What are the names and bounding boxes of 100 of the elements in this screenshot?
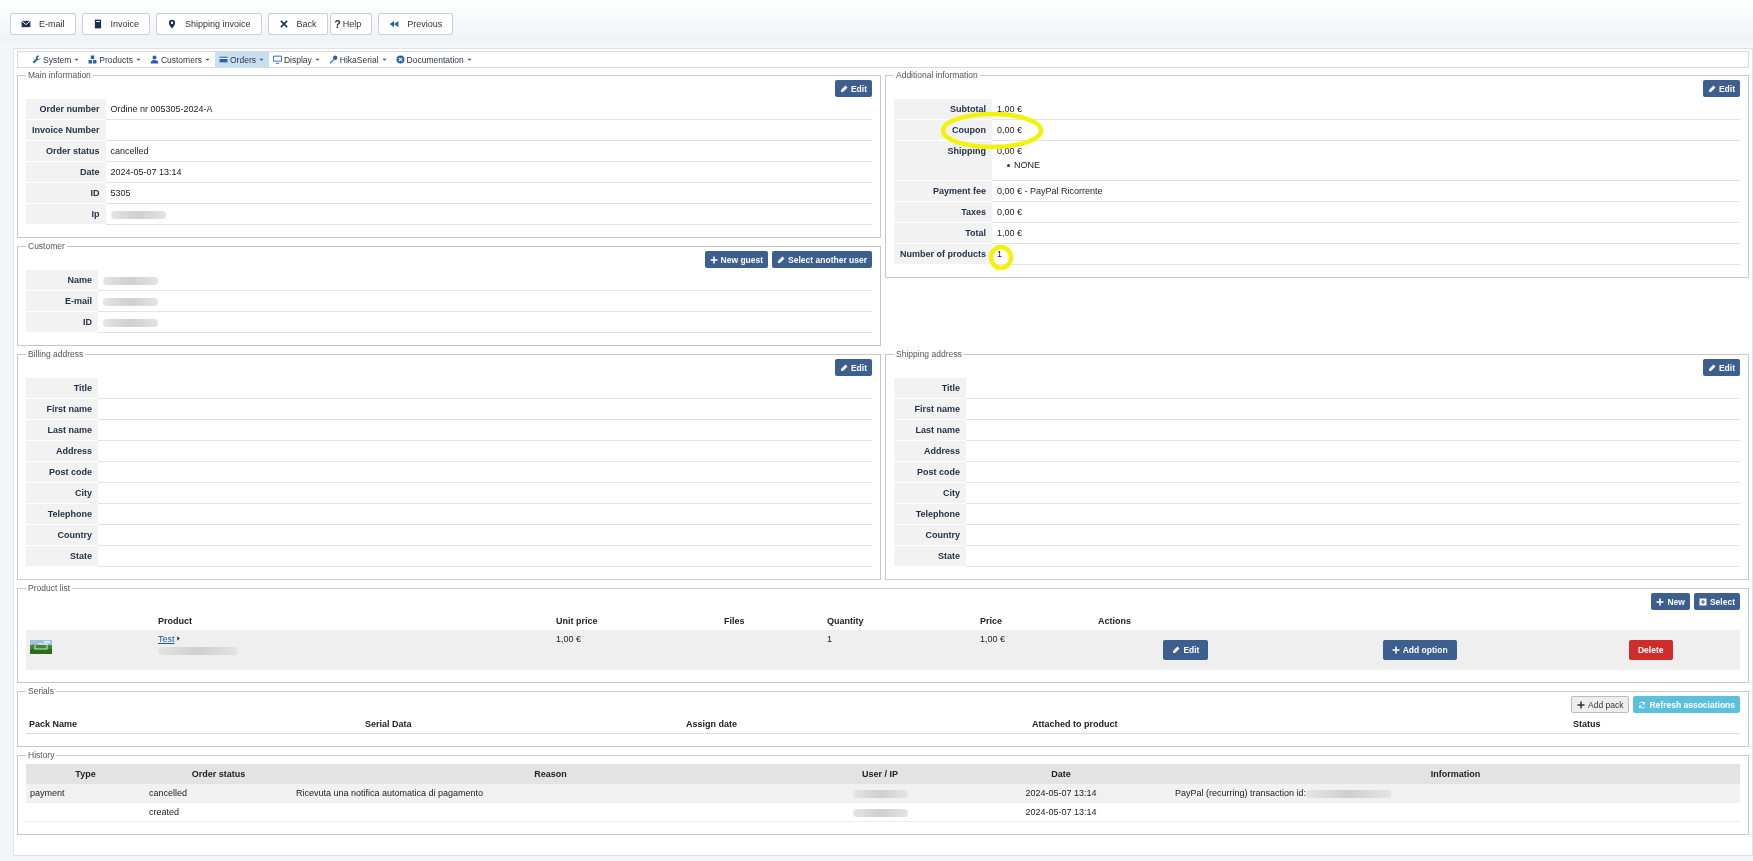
table-cell: payment	[26, 784, 145, 803]
cubes-icon	[88, 55, 98, 64]
refresh-icon	[1638, 700, 1647, 709]
field-value: 5305	[105, 182, 872, 204]
menu-item[interactable]: Display	[268, 52, 325, 67]
field-label: Order status	[26, 140, 106, 162]
field-label: Post code	[26, 461, 98, 483]
field-value: 1,00 €	[992, 99, 1740, 120]
product-link[interactable]: Test	[158, 634, 175, 644]
column-header: Information	[1171, 764, 1740, 784]
field-label: Order number	[26, 99, 106, 120]
field-label: Payment fee	[894, 180, 992, 202]
section-legend: Serials	[26, 686, 56, 696]
field-label: State	[26, 545, 98, 567]
field-value: cancelled	[105, 140, 872, 162]
pencil-icon	[839, 363, 848, 372]
field-value: 1,00 €	[992, 222, 1740, 244]
column-header: Quantity	[823, 612, 976, 630]
caret-icon	[134, 56, 142, 63]
field-label: ID	[26, 182, 106, 204]
column-header: Date	[951, 764, 1171, 784]
field-label: Ip	[26, 203, 106, 225]
field-label: Telephone	[894, 503, 966, 525]
toolbar-button[interactable]: Shipping invoice	[156, 13, 262, 35]
panel-button[interactable]: Edit	[834, 80, 872, 97]
toolbar-button[interactable]: E-mail	[10, 13, 76, 35]
panel-button[interactable]: New guest	[704, 251, 769, 268]
field-label: First name	[894, 398, 966, 420]
envelope-icon	[21, 19, 31, 29]
field-label: Address	[26, 440, 98, 462]
column-header: Files	[720, 612, 823, 630]
column-header: Attached to product	[1029, 715, 1570, 734]
panel-button[interactable]: New	[1651, 593, 1690, 610]
list-item-text: NONE	[1014, 160, 1041, 170]
section-legend: Additional information	[894, 70, 980, 80]
field-label: E-mail	[26, 290, 98, 312]
column-header: Assign date	[683, 715, 1029, 734]
caret-icon	[313, 56, 321, 63]
panel-button[interactable]: Edit	[834, 359, 872, 376]
toolbar-button[interactable]: Back	[267, 13, 328, 35]
column-header: Price	[976, 612, 1094, 630]
section-legend: History	[26, 750, 57, 760]
column-header: Order status	[145, 764, 292, 784]
field-value: 2024-05-07 13:14	[105, 161, 872, 183]
field-label: Country	[894, 524, 966, 546]
field-label: ID	[26, 311, 98, 333]
pencil-icon	[839, 84, 848, 93]
panel-button[interactable]: Select another user	[772, 251, 872, 268]
column-header: Pack Name	[26, 715, 362, 734]
toolbar-button[interactable]: Invoice	[81, 13, 151, 35]
section-legend: Billing address	[26, 349, 86, 359]
field-label: Address	[894, 440, 966, 462]
table-cell: 2024-05-07 13:14	[951, 802, 1171, 822]
plus-icon	[1577, 700, 1586, 709]
field-label: First name	[26, 398, 98, 420]
menu-item[interactable]: System	[28, 52, 85, 67]
column-header: User / IP	[809, 764, 951, 784]
plus-icon	[709, 255, 718, 264]
menu-item[interactable]: Documentation	[391, 52, 477, 67]
field-label: Total	[894, 222, 992, 244]
field-label: Date	[26, 161, 106, 183]
field-value: Ordine nr 005305-2024-A	[105, 99, 872, 120]
toolbar-button[interactable]: Previous	[378, 13, 454, 35]
pencil-icon	[1172, 646, 1181, 654]
field-label: Title	[894, 378, 966, 399]
menu-item[interactable]: Products	[84, 52, 146, 67]
panel-button[interactable]: Add pack	[1571, 696, 1630, 713]
map-pin-icon	[167, 19, 178, 29]
field-label: City	[26, 482, 98, 504]
panel-button[interactable]: Edit	[1702, 359, 1740, 376]
action-button[interactable]: Delete	[1629, 640, 1673, 660]
toolbar-button[interactable]: ? Help	[329, 13, 373, 35]
table-cell: 1	[823, 630, 976, 670]
panel-button[interactable]: Edit	[1702, 80, 1740, 97]
close-icon	[278, 19, 289, 29]
field-label: Name	[26, 270, 98, 291]
menu-item[interactable]: Customers	[145, 52, 215, 67]
table-cell-text: PayPal (recurring) transaction id:	[1175, 788, 1307, 798]
column-header: Unit price	[552, 612, 720, 630]
field-label: State	[894, 545, 966, 567]
column-header: Actions	[1094, 612, 1740, 630]
plus-square-icon	[1698, 597, 1707, 606]
action-button[interactable]: Add option	[1382, 640, 1457, 660]
field-label: Shipping	[894, 140, 992, 181]
panel-button[interactable]: Select	[1693, 593, 1740, 610]
section-legend: Customer	[26, 241, 67, 251]
book-icon	[92, 19, 103, 29]
caret-icon	[465, 56, 473, 63]
x-circle-icon	[395, 55, 405, 64]
action-button[interactable]: Edit	[1163, 640, 1209, 660]
field-label: City	[894, 482, 966, 504]
column-header: Status	[1570, 715, 1740, 734]
caret-icon	[257, 56, 265, 63]
field-value: 0,00 € - PayPal Ricorrente	[992, 180, 1740, 202]
section-legend: Shipping address	[894, 349, 964, 359]
field-label: Telephone	[26, 503, 98, 525]
section-legend: Main information	[26, 70, 93, 80]
menu-item[interactable]: HikaSerial	[324, 52, 392, 67]
field-value: 1	[992, 243, 1740, 265]
menu-item[interactable]: Orders	[215, 52, 269, 67]
